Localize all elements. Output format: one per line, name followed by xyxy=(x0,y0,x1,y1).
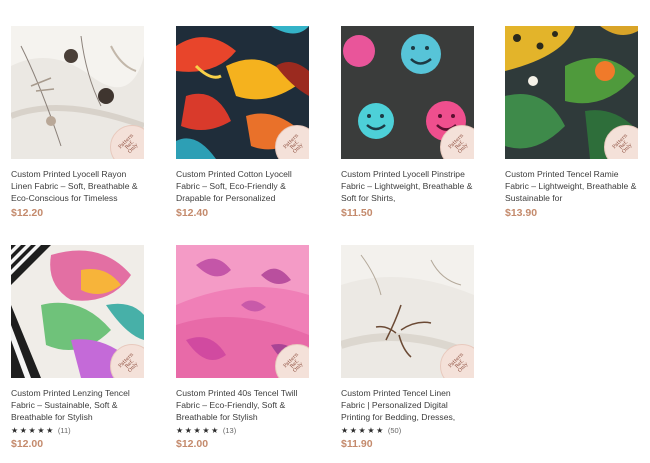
product-title[interactable]: Custom Printed Lyocell Pinstripe Fabric … xyxy=(341,168,474,204)
review-count: (50) xyxy=(387,425,402,435)
review-count: (13) xyxy=(222,425,237,435)
product-price: $12.20 xyxy=(11,207,44,219)
product-image[interactable]: Pattern Ref. Only xyxy=(176,26,309,159)
product-title[interactable]: Custom Printed Lenzing Tencel Fabric – S… xyxy=(11,387,144,423)
product-title[interactable]: Custom Printed Cotton Lyocell Fabric – S… xyxy=(176,168,309,204)
product-rating: ★★★★★ (11) xyxy=(11,425,144,435)
product-price: $12.00 xyxy=(11,438,44,450)
product-title[interactable]: Custom Printed Tencel Ramie Fabric – Lig… xyxy=(505,168,638,204)
product-card[interactable]: Pattern Ref. Only Custom Printed Tencel … xyxy=(505,26,638,219)
product-image[interactable]: Pattern Ref. Only xyxy=(505,26,638,159)
product-card[interactable]: Pattern Ref. Only Custom Printed Lyocell… xyxy=(11,26,144,219)
rating-stars: ★★★★★ xyxy=(341,425,385,435)
product-card[interactable]: Pattern Ref. Only Custom Printed Lenzing… xyxy=(11,245,144,450)
product-image[interactable]: Pattern Ref. Only xyxy=(341,245,474,378)
product-price: $12.40 xyxy=(176,207,209,219)
product-price: $12.00 xyxy=(176,438,209,450)
product-title[interactable]: Custom Printed Lyocell Rayon Linen Fabri… xyxy=(11,168,144,204)
product-rating: ★★★★★ (13) xyxy=(176,425,309,435)
product-card[interactable]: Pattern Ref. Only Custom Printed Cotton … xyxy=(176,26,309,219)
product-image[interactable]: Pattern Ref. Only xyxy=(11,245,144,378)
product-image[interactable]: Pattern Ref. Only xyxy=(11,26,144,159)
product-price: $11.50 xyxy=(341,207,373,219)
product-title[interactable]: Custom Printed Tencel Linen Fabric | Per… xyxy=(341,387,474,423)
product-card[interactable]: Pattern Ref. Only Custom Printed 40s Ten… xyxy=(176,245,309,450)
product-image[interactable]: Pattern Ref. Only xyxy=(176,245,309,378)
product-title[interactable]: Custom Printed 40s Tencel Twill Fabric –… xyxy=(176,387,309,423)
product-rating: ★★★★★ (50) xyxy=(341,425,474,435)
review-count: (11) xyxy=(57,425,71,435)
rating-stars: ★★★★★ xyxy=(11,425,55,435)
product-card[interactable]: Pattern Ref. Only Custom Printed Lyocell… xyxy=(341,26,474,219)
product-card[interactable]: Pattern Ref. Only Custom Printed Tencel … xyxy=(341,245,474,450)
product-image[interactable]: Pattern Ref. Only xyxy=(341,26,474,159)
rating-stars: ★★★★★ xyxy=(176,425,220,435)
product-price: $11.90 xyxy=(341,438,373,450)
product-price: $13.90 xyxy=(505,207,538,219)
